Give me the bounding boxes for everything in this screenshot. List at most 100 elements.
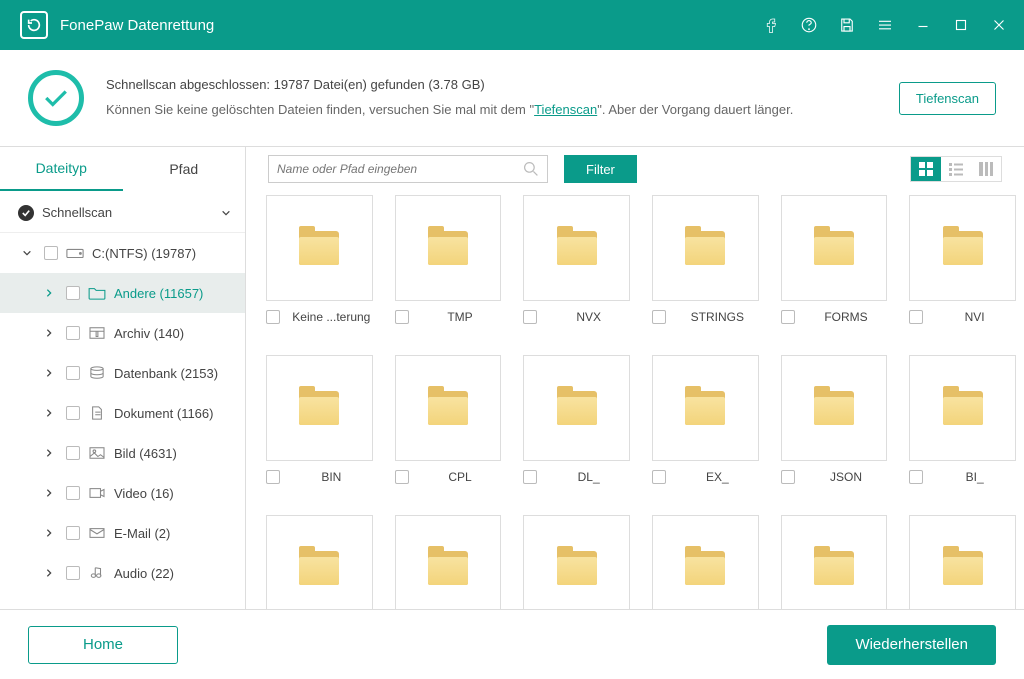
folder-name: JSON [805, 470, 888, 484]
home-button[interactable]: Home [28, 626, 178, 664]
checkbox[interactable] [66, 406, 80, 420]
checkbox[interactable] [44, 246, 58, 260]
tree-item[interactable]: Andere (11657) [0, 273, 245, 313]
summary-headline: Schnellscan abgeschlossen: 19787 Datei(e… [106, 73, 879, 98]
tree-item[interactable]: Dokument (1166) [0, 393, 245, 433]
help-icon[interactable] [792, 8, 826, 42]
toolbar: Filter [246, 147, 1024, 191]
view-detail-button[interactable] [971, 157, 1001, 181]
maximize-button[interactable] [944, 8, 978, 42]
folder-item[interactable]: BI_ [909, 355, 1016, 493]
folder-item[interactable]: PD_ [523, 515, 630, 609]
folder-item[interactable]: BIN [266, 355, 373, 493]
checkbox[interactable] [909, 470, 923, 484]
folder-thumb [523, 355, 630, 461]
check-circle-icon [18, 205, 34, 221]
folder-item[interactable]: Keine ...terung [266, 195, 373, 333]
folder-grid-scroll[interactable]: Keine ...terung TMPNVXSTRINGS FORMS NVI BIN C… [246, 191, 1024, 609]
chevron-right-icon [40, 488, 58, 498]
chevron-right-icon [40, 368, 58, 378]
close-button[interactable] [982, 8, 1016, 42]
folder-thumb [266, 195, 373, 301]
folder-thumb [781, 355, 888, 461]
summary-subline: Können Sie keine gelöschten Dateien find… [106, 98, 879, 123]
tree-item[interactable]: E-Mail (2) [0, 513, 245, 553]
tree-drive[interactable]: C:(NTFS) (19787) [0, 233, 245, 273]
checkbox[interactable] [523, 470, 537, 484]
folder-item[interactable]: EX_ [652, 355, 759, 493]
checkbox[interactable] [66, 526, 80, 540]
filter-button[interactable]: Filter [564, 155, 637, 183]
checkbox[interactable] [66, 446, 80, 460]
folder-name: DL_ [547, 470, 630, 484]
tree-item[interactable]: Archiv (140) [0, 313, 245, 353]
checkbox[interactable] [781, 470, 795, 484]
folder-name: EX_ [676, 470, 759, 484]
minimize-button[interactable] [906, 8, 940, 42]
tree-item[interactable]: Video (16) [0, 473, 245, 513]
folder-thumb [523, 195, 630, 301]
search-input[interactable] [277, 162, 523, 176]
tree-item-label: Datenbank (2153) [114, 366, 235, 381]
deep-scan-link[interactable]: Tiefenscan [534, 102, 597, 117]
app-logo-icon [20, 11, 48, 39]
database-icon [88, 366, 106, 380]
tree-root[interactable]: Schnellscan [0, 193, 245, 233]
main-panel: Filter Keine ...terung TMPNVXSTRINGS FORMS… [246, 147, 1024, 609]
email-icon [88, 526, 106, 540]
checkbox[interactable] [266, 470, 280, 484]
tree-item[interactable]: Audio (22) [0, 553, 245, 593]
tab-filetype[interactable]: Dateityp [0, 147, 123, 191]
facebook-icon[interactable] [754, 8, 788, 42]
menu-icon[interactable] [868, 8, 902, 42]
checkbox[interactable] [523, 310, 537, 324]
folder-item[interactable]: CPL [395, 355, 502, 493]
view-list-button[interactable] [941, 157, 971, 181]
search-box[interactable] [268, 155, 548, 183]
folder-icon [557, 551, 597, 585]
check-circle-icon [28, 70, 84, 126]
checkbox[interactable] [652, 310, 666, 324]
folder-item[interactable]: CAT [266, 515, 373, 609]
folder-icon [685, 391, 725, 425]
folder-item[interactable]: DL_ [523, 355, 630, 493]
checkbox[interactable] [781, 310, 795, 324]
folder-name: Keine ...terung [290, 310, 373, 324]
tab-path[interactable]: Pfad [123, 147, 246, 191]
folder-item[interactable]: INF [395, 515, 502, 609]
folder-name: BIN [290, 470, 373, 484]
folder-item[interactable]: NVX [523, 195, 630, 333]
checkbox[interactable] [395, 470, 409, 484]
folder-item[interactable]: PB [781, 515, 888, 609]
checkbox[interactable] [652, 470, 666, 484]
folder-item[interactable]: CFG [652, 515, 759, 609]
checkbox[interactable] [66, 566, 80, 580]
view-grid-button[interactable] [911, 157, 941, 181]
folder-name: FORMS [805, 310, 888, 324]
recover-button[interactable]: Wiederherstellen [827, 625, 996, 665]
folder-item[interactable]: FORMS [781, 195, 888, 333]
tree-item-label: Bild (4631) [114, 446, 235, 461]
checkbox[interactable] [66, 326, 80, 340]
checkbox[interactable] [66, 366, 80, 380]
folder-item[interactable]: NVI [909, 195, 1016, 333]
folder-thumb [652, 515, 759, 609]
deep-scan-button[interactable]: Tiefenscan [899, 82, 996, 115]
folder-item[interactable]: SY_ [909, 515, 1016, 609]
folder-icon [88, 286, 106, 300]
file-tree: Schnellscan C:(NTFS) (19787) Andere (116… [0, 191, 245, 609]
checkbox[interactable] [266, 310, 280, 324]
folder-icon [685, 231, 725, 265]
checkbox[interactable] [909, 310, 923, 324]
checkbox[interactable] [66, 286, 80, 300]
folder-item[interactable]: TMP [395, 195, 502, 333]
checkbox[interactable] [395, 310, 409, 324]
chevron-right-icon [40, 288, 58, 298]
folder-icon [428, 391, 468, 425]
folder-item[interactable]: JSON [781, 355, 888, 493]
checkbox[interactable] [66, 486, 80, 500]
tree-item[interactable]: Bild (4631) [0, 433, 245, 473]
folder-item[interactable]: STRINGS [652, 195, 759, 333]
save-icon[interactable] [830, 8, 864, 42]
tree-item[interactable]: Datenbank (2153) [0, 353, 245, 393]
